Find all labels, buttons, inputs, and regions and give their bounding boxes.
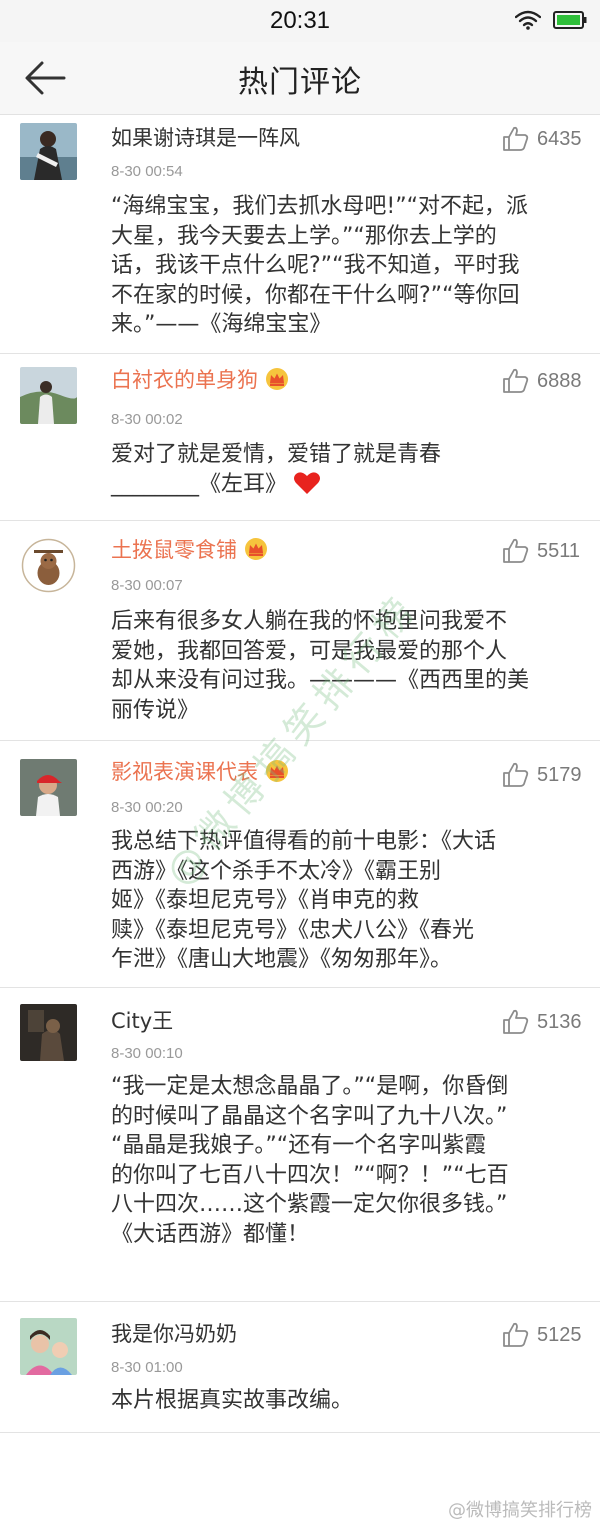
- comment-time: 8-30 00:07: [111, 577, 183, 594]
- avatar-image: [20, 1318, 77, 1375]
- username-text: 白衬衣的单身狗: [111, 368, 258, 392]
- comment-time: 8-30 00:20: [111, 799, 183, 816]
- username[interactable]: 白衬衣的单身狗: [111, 367, 290, 393]
- comment-time: 8-30 00:54: [111, 163, 183, 180]
- like-count: 5136: [537, 1011, 582, 1033]
- username[interactable]: 如果谢诗琪是一阵风: [111, 125, 300, 151]
- comment-time: 8-30 01:00: [111, 1359, 183, 1376]
- comment-time: 8-30 00:10: [111, 1045, 183, 1062]
- comment-text: “我一定是太想念晶晶了。”“是啊，你昏倒 的时候叫了晶晶这个名字叫了九十八次。”…: [111, 1074, 509, 1247]
- footer-watermark: @微博搞笑排行榜: [448, 1500, 592, 1521]
- comment-text-body: 爱对了就是爱情，爱错了就是青春 ________《左耳》: [111, 442, 442, 497]
- avatar-image: [20, 759, 77, 816]
- like-count: 6888: [537, 370, 582, 392]
- avatar-image: [20, 537, 77, 594]
- avatar[interactable]: [20, 537, 77, 594]
- avatar-image: [20, 123, 77, 180]
- comment-text: 本片根据真实故事改编。: [111, 1388, 354, 1413]
- like-count: 5511: [537, 540, 581, 562]
- vip-crown-icon: [245, 538, 267, 560]
- vip-crown-icon: [266, 368, 288, 390]
- avatar-image: [20, 1004, 77, 1061]
- avatar[interactable]: [20, 123, 77, 180]
- comment-text: “海绵宝宝，我们去抓水母吧!”“对不起，派 大星，我今天要去上学。”“那你去上学…: [111, 194, 529, 337]
- avatar[interactable]: [20, 367, 77, 424]
- battery-icon: [553, 11, 587, 29]
- username[interactable]: City王: [111, 1008, 173, 1034]
- username[interactable]: 我是你冯奶奶: [111, 1321, 237, 1347]
- comment-list: 如果谢诗琪是一阵风 6435 8-30 00:54 “海绵宝宝，我们去抓水母吧!…: [0, 115, 600, 1433]
- comment-item: 如果谢诗琪是一阵风 6435 8-30 00:54 “海绵宝宝，我们去抓水母吧!…: [0, 115, 600, 354]
- status-time: 20:31: [269, 7, 331, 34]
- thumbs-up-icon: [503, 1009, 529, 1034]
- avatar-image: [20, 367, 77, 424]
- comment-time: 8-30 00:02: [111, 411, 183, 428]
- thumbs-up-icon: [503, 762, 529, 787]
- heart-icon: [294, 471, 321, 494]
- like-count: 5125: [537, 1324, 582, 1346]
- comment-item: City王 5136 8-30 00:10 “我一定是太想念晶晶了。”“是啊，你…: [0, 988, 600, 1302]
- comment-item: 我是你冯奶奶 5125 8-30 01:00 本片根据真实故事改编。: [0, 1302, 600, 1433]
- avatar[interactable]: [20, 1004, 77, 1061]
- username-text: 土拨鼠零食铺: [111, 538, 237, 562]
- comment-item: 白衬衣的单身狗 6888 8-30 00:02 爱对了就是爱情，爱错了就是青春 …: [0, 354, 600, 521]
- avatar[interactable]: [20, 759, 77, 816]
- like-count: 6435: [537, 128, 582, 150]
- like-count: 5179: [537, 764, 582, 786]
- username[interactable]: 土拨鼠零食铺: [111, 537, 269, 563]
- thumbs-up-icon: [503, 538, 529, 563]
- comment-item: 影视表演课代表 5179 8-30 00:20 我总结下热评值得看的前十电影：《…: [0, 741, 600, 988]
- wifi-icon: [515, 10, 541, 30]
- thumbs-up-icon: [503, 368, 529, 393]
- thumbs-up-icon: [503, 126, 529, 151]
- status-bar: 20:31: [0, 0, 600, 42]
- page-title: 热门评论: [238, 65, 362, 100]
- comment-text: 爱对了就是爱情，爱错了就是青春 ________《左耳》: [111, 440, 579, 499]
- nav-bar: 热门评论: [0, 42, 600, 115]
- thumbs-up-icon: [503, 1322, 529, 1347]
- avatar[interactable]: [20, 1318, 77, 1375]
